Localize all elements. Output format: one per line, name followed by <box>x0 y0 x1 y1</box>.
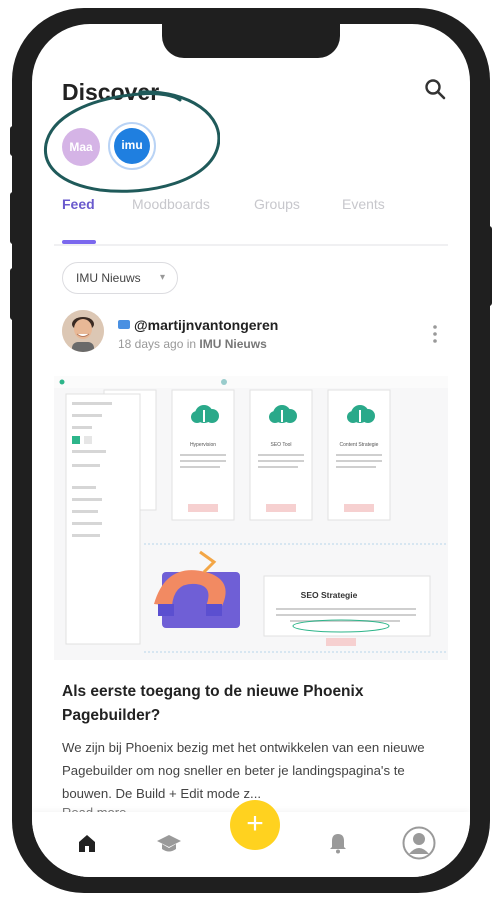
post-group-link[interactable]: IMU Nieuws <box>199 337 266 351</box>
card-label: Content Strategie <box>340 442 379 448</box>
profile-icon[interactable] <box>402 826 436 860</box>
home-icon[interactable] <box>76 832 98 854</box>
phone-screen: Discover Maa imu Feed Moodboards Groups … <box>32 24 470 877</box>
filter-label: IMU Nieuws <box>76 271 141 285</box>
author-handle: @martijnvantongeren <box>134 317 279 333</box>
annotation-circle <box>43 90 220 193</box>
graduation-cap-icon[interactable] <box>156 834 182 854</box>
active-tab-indicator <box>62 240 96 244</box>
pagebuilder-screenshot: Hypervision SEO Tool Content Strategie S… <box>54 376 448 660</box>
group-filter-dropdown[interactable]: IMU Nieuws ▾ <box>62 262 178 294</box>
post-preview-image[interactable]: Hypervision SEO Tool Content Strategie S… <box>54 376 448 660</box>
tab-events[interactable]: Events <box>342 196 385 212</box>
post-body: We zijn bij Phoenix bezig met het ontwik… <box>62 740 425 801</box>
person-photo-icon <box>62 310 104 352</box>
tab-divider <box>54 244 448 246</box>
tab-groups[interactable]: Groups <box>254 196 300 212</box>
bell-icon[interactable] <box>328 832 348 854</box>
card-label: SEO Tool <box>270 442 291 448</box>
search-icon[interactable] <box>424 78 446 100</box>
chevron-down-icon: ▾ <box>159 272 165 283</box>
post-meta: 18 days ago in IMU Nieuws <box>118 337 267 351</box>
more-options-icon[interactable] <box>432 324 438 344</box>
tab-feed[interactable]: Feed <box>62 196 95 212</box>
tab-moodboards[interactable]: Moodboards <box>132 196 210 212</box>
chat-badge-icon <box>118 320 130 329</box>
tab-bar: Feed Moodboards Groups Events <box>62 196 462 220</box>
seo-card-title: SEO Strategie <box>301 590 358 600</box>
post-author[interactable]: @martijnvantongeren <box>118 317 278 333</box>
card-label: Hypervision <box>190 442 216 448</box>
post-title[interactable]: Als eerste toegang to de nieuwe Phoenix … <box>62 680 442 728</box>
create-post-button[interactable]: + <box>230 800 280 850</box>
author-avatar[interactable] <box>62 310 104 352</box>
post-time: 18 days ago in <box>118 337 197 351</box>
notch <box>162 24 340 58</box>
